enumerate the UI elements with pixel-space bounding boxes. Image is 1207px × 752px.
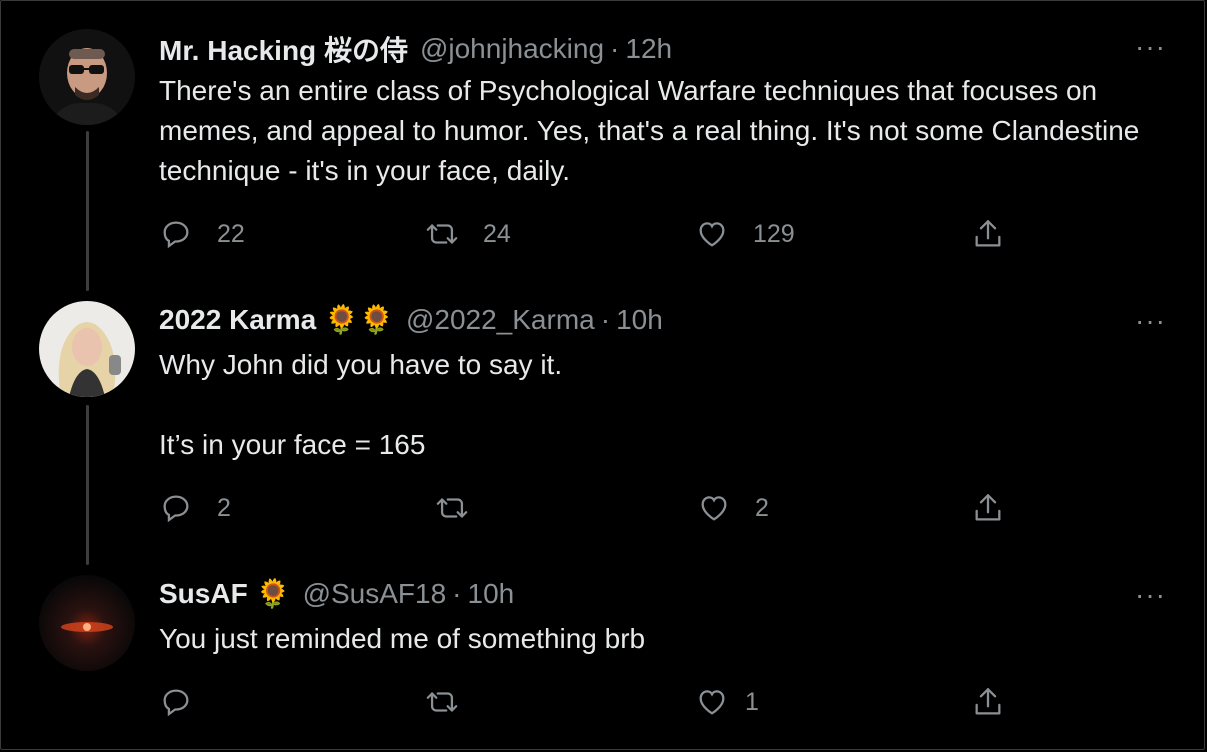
retweet-button[interactable] [425,685,459,719]
tweet-header: Mr. Hacking 桜の侍 @johnjhacking · 12h [159,29,672,69]
user-handle[interactable]: @2022_Karma [406,304,595,336]
user-handle[interactable]: @johnjhacking [420,33,604,65]
reply-icon [163,689,189,717]
sunflower-emoji: 🌻🌻 [324,304,394,335]
action-bar: 2 2 [159,491,1039,531]
timestamp[interactable]: 10h [616,304,663,336]
more-icon[interactable]: ··· [1135,305,1166,337]
retweet-button[interactable]: 24 [425,217,511,251]
share-icon [975,494,1001,521]
like-icon [699,690,725,715]
retweet-button[interactable] [435,491,469,525]
tweet[interactable]: SusAF 🌻 @SusAF18 · 10h ··· You just remi… [1,549,1206,749]
avatar[interactable] [39,575,135,671]
like-count: 1 [745,687,759,716]
reply-button[interactable]: 2 [159,491,231,525]
separator-dot: · [452,577,462,609]
share-icon [975,220,1001,247]
retweet-icon [426,692,458,712]
tweet-text-line [159,385,1179,425]
reply-button[interactable]: 22 [159,217,245,251]
tweet-text-line: There's an entire class of Psychological… [159,75,1140,186]
avatar[interactable] [39,29,135,125]
like-count: 2 [755,493,769,522]
like-button[interactable]: 1 [695,685,759,719]
tweet-text-line: It’s in your face = 165 [159,429,426,460]
like-count: 129 [753,219,795,248]
display-name[interactable]: Mr. Hacking 桜の侍 [159,29,408,69]
tweet-text: You just reminded me of something brb [159,619,1179,659]
tweet-text: There's an entire class of Psychological… [159,71,1179,191]
display-name[interactable]: 2022 Karma [159,304,316,336]
retweet-icon [436,498,468,518]
tweet-text-line: You just reminded me of something brb [159,623,646,654]
user-handle[interactable]: @SusAF18 [303,578,447,610]
reply-icon [163,495,189,523]
separator-dot: · [610,33,620,64]
share-button[interactable] [971,217,1005,251]
more-icon[interactable]: ··· [1135,31,1166,63]
like-icon [701,496,727,521]
share-icon [975,688,1001,715]
more-icon[interactable]: ··· [1135,579,1166,611]
tweet-thread: Mr. Hacking 桜の侍 @johnjhacking · 12h ··· … [0,0,1205,750]
reply-icon [163,221,189,249]
sunflower-emoji: 🌻 [255,578,291,609]
action-bar: 22 24 129 [159,217,1039,257]
share-button[interactable] [971,491,1005,525]
display-name[interactable]: SusAF [159,578,248,610]
tweet-text-line: Why John did you have to say it. [159,349,563,380]
retweet-count: 24 [483,219,511,248]
tweet-text: Why John did you have to say it. It’s in… [159,345,1179,465]
reply-button[interactable] [159,685,193,719]
separator-dot: · [600,303,611,335]
timestamp[interactable]: 10h [468,578,515,610]
reply-count: 22 [217,219,245,248]
tweet-header: SusAF 🌻 @SusAF18 · 10h [159,577,514,610]
timestamp[interactable]: 12h [625,33,672,65]
action-bar: 1 [159,685,1039,725]
tweet-header: 2022 Karma 🌻🌻 @2022_Karma · 10h [159,303,663,336]
share-button[interactable] [971,685,1005,719]
like-icon [699,222,725,247]
tweet[interactable]: Mr. Hacking 桜の侍 @johnjhacking · 12h ··· … [1,1,1206,281]
like-button[interactable]: 129 [695,217,795,251]
like-button[interactable]: 2 [697,491,769,525]
reply-count: 2 [217,493,231,522]
tweet[interactable]: 2022 Karma 🌻🌻 @2022_Karma · 10h ··· Why … [1,275,1206,549]
avatar[interactable] [39,301,135,397]
retweet-icon [426,224,458,244]
